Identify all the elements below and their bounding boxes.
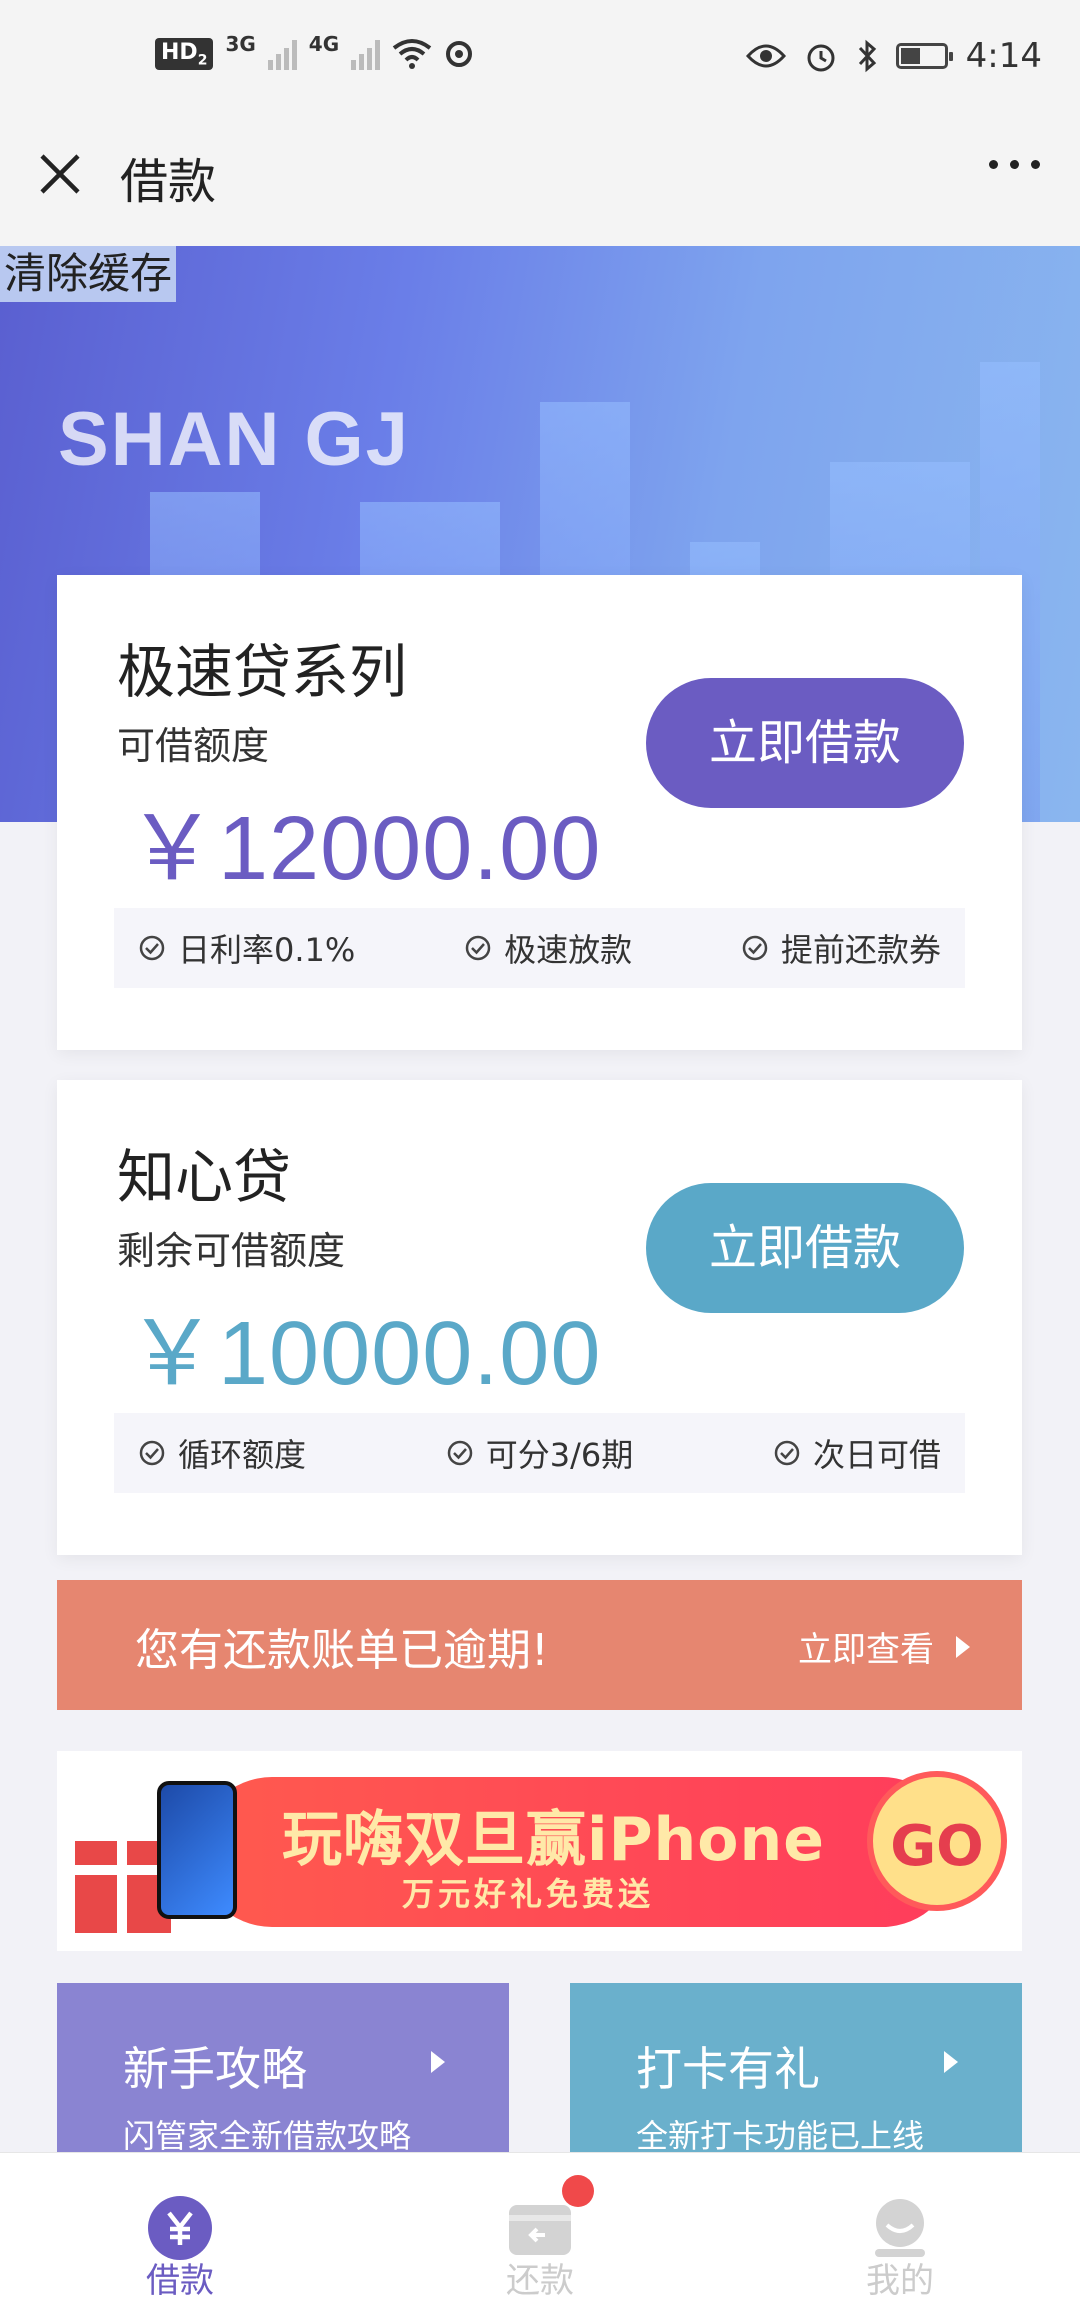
check-circle-icon xyxy=(742,935,768,961)
notification-dot xyxy=(562,2175,594,2207)
tile-subtitle: 全新打卡功能已上线 xyxy=(636,2117,925,2153)
remaining-credit-label: 剩余可借额度 xyxy=(117,1229,346,1273)
phone-icon xyxy=(157,1781,237,1919)
feature-list: 日利率0.1% 极速放款 提前还款券 xyxy=(114,908,965,988)
arrow-right-icon xyxy=(944,2051,958,2073)
tab-repay[interactable]: 还款 xyxy=(440,2153,640,2311)
promo-title: 玩嗨双旦赢iPhone xyxy=(282,1805,825,1875)
more-menu-icon[interactable] xyxy=(989,160,1040,169)
arrow-right-icon xyxy=(956,1635,970,1658)
feature-item: 可分3/6期 xyxy=(446,1430,634,1476)
tab-label: 我的 xyxy=(866,2261,934,2301)
bottom-tab-bar: 借款 还款 我的 xyxy=(0,2152,1080,2311)
feature-item: 循环额度 xyxy=(138,1430,306,1476)
repay-card-icon xyxy=(509,2205,571,2255)
tile-checkin-reward[interactable]: 打卡有礼 全新打卡功能已上线 xyxy=(570,1983,1022,2153)
feature-label: 次日可借 xyxy=(812,1436,941,1474)
signal-icon-2 xyxy=(351,38,381,71)
feature-label: 极速放款 xyxy=(504,931,633,969)
tile-title: 打卡有礼 xyxy=(636,2042,820,2096)
tab-mine[interactable]: 我的 xyxy=(800,2153,1000,2311)
available-credit-label: 可借额度 xyxy=(117,724,270,768)
tab-label: 还款 xyxy=(506,2261,574,2301)
status-bar: HD2 3G 4G 4:14 xyxy=(0,0,1080,120)
view-now-label: 立即查看 xyxy=(798,1630,934,1670)
wifi-icon xyxy=(392,39,432,70)
hd-badge: HD2 xyxy=(155,38,214,71)
feature-item: 日利率0.1% xyxy=(138,925,355,971)
arrow-right-icon xyxy=(431,2051,445,2073)
feature-item: 次日可借 xyxy=(773,1430,941,1476)
page-title: 借款 xyxy=(120,154,217,210)
status-right: 4:14 xyxy=(745,36,1042,76)
feature-label: 可分3/6期 xyxy=(485,1436,634,1474)
card-title: 知心贷 xyxy=(117,1143,292,1211)
promo-subtitle: 万元好礼免费送 xyxy=(402,1875,655,1913)
feature-item: 提前还款券 xyxy=(741,925,941,971)
battery-icon xyxy=(895,43,953,69)
go-button[interactable]: GO xyxy=(867,1771,1007,1911)
loan-card-zhixin: 知心贷 剩余可借额度 ￥10000.00 立即借款 循环额度 可分3/6期 次日… xyxy=(57,1080,1022,1555)
bluetooth-icon xyxy=(858,39,876,73)
check-circle-icon xyxy=(465,935,491,961)
feature-label: 循环额度 xyxy=(178,1436,307,1474)
promo-banner[interactable]: 玩嗨双旦赢iPhone 万元好礼免费送 GO xyxy=(57,1751,1022,1951)
overdue-text: 您有还款账单已逾期! xyxy=(135,1625,549,1676)
close-icon[interactable] xyxy=(36,150,84,198)
card-title: 极速贷系列 xyxy=(117,638,408,706)
network-4g-label: 4G xyxy=(308,32,340,57)
view-now-link[interactable]: 立即查看 xyxy=(798,1622,970,1671)
tab-label: 借款 xyxy=(146,2261,214,2301)
feature-item: 极速放款 xyxy=(464,925,632,971)
check-circle-icon xyxy=(774,1440,800,1466)
borrow-now-button[interactable]: 立即借款 xyxy=(646,1183,964,1313)
network-3g-label: 3G xyxy=(225,32,256,57)
credit-amount: ￥10000.00 xyxy=(127,1304,602,1404)
loan-card-express: 极速贷系列 可借额度 ￥12000.00 立即借款 日利率0.1% 极速放款 提… xyxy=(57,575,1022,1050)
check-circle-icon xyxy=(139,935,165,961)
overdue-notice[interactable]: 您有还款账单已逾期! 立即查看 xyxy=(57,1580,1022,1710)
feature-label: 提前还款券 xyxy=(780,931,941,969)
eye-icon xyxy=(745,44,786,68)
tile-beginner-guide[interactable]: 新手攻略 闪管家全新借款攻略 xyxy=(57,1983,509,2153)
feature-list: 循环额度 可分3/6期 次日可借 xyxy=(114,1413,965,1493)
yuan-icon xyxy=(148,2196,212,2260)
tab-borrow[interactable]: 借款 xyxy=(80,2153,280,2311)
check-circle-icon xyxy=(447,1440,472,1466)
tile-subtitle: 闪管家全新借款攻略 xyxy=(123,2117,412,2153)
alarm-icon xyxy=(807,44,835,72)
check-circle-icon xyxy=(139,1440,165,1466)
status-left: HD2 3G 4G xyxy=(155,32,474,71)
borrow-now-button[interactable]: 立即借款 xyxy=(646,678,964,808)
user-face-icon xyxy=(875,2199,925,2257)
clock-time: 4:14 xyxy=(965,36,1042,76)
title-bar: 借款 xyxy=(0,120,1080,246)
clear-cache-button[interactable]: 清除缓存 xyxy=(0,246,177,302)
brand-logo: SHAN GJ xyxy=(58,397,410,482)
sync-icon xyxy=(446,41,473,68)
tile-title: 新手攻略 xyxy=(123,2042,307,2096)
signal-icon xyxy=(267,38,297,71)
feature-label: 日利率0.1% xyxy=(178,931,356,969)
credit-amount: ￥12000.00 xyxy=(127,799,602,899)
